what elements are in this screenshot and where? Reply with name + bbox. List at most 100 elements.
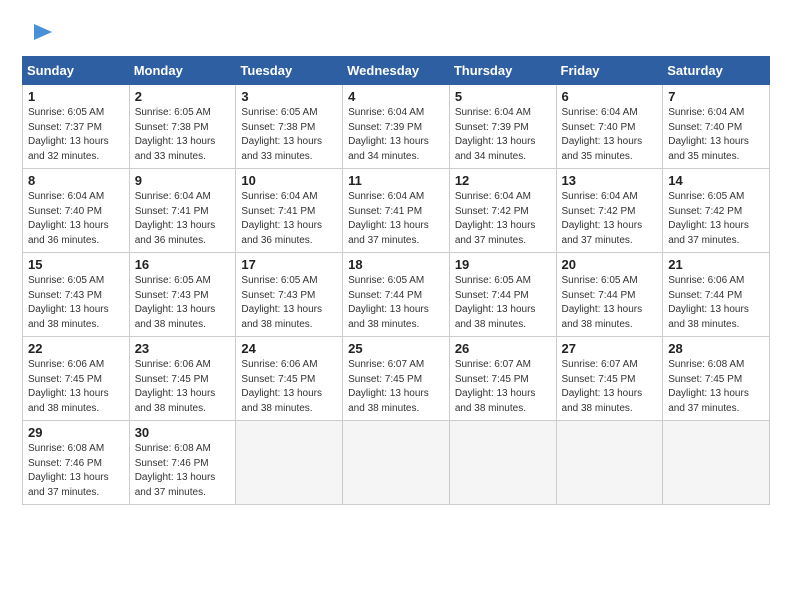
sunset-label: Sunset: 7:44 PM (348, 290, 422, 301)
sunrise-label: Sunrise: 6:08 AM (28, 443, 104, 454)
day-number: 22 (28, 341, 124, 356)
day-number: 23 (135, 341, 231, 356)
sunset-label: Sunset: 7:45 PM (668, 374, 742, 385)
calendar-cell (236, 421, 343, 505)
sunset-label: Sunset: 7:43 PM (28, 290, 102, 301)
sunset-label: Sunset: 7:42 PM (562, 206, 636, 217)
daylight-label: Daylight: 13 hours and 38 minutes. (135, 304, 216, 330)
day-info: Sunrise: 6:04 AM Sunset: 7:41 PM Dayligh… (348, 190, 444, 248)
day-info: Sunrise: 6:04 AM Sunset: 7:40 PM Dayligh… (28, 190, 124, 248)
calendar-cell: 23 Sunrise: 6:06 AM Sunset: 7:45 PM Dayl… (129, 337, 236, 421)
calendar-cell: 27 Sunrise: 6:07 AM Sunset: 7:45 PM Dayl… (556, 337, 663, 421)
day-info: Sunrise: 6:06 AM Sunset: 7:44 PM Dayligh… (668, 274, 764, 332)
calendar-cell: 21 Sunrise: 6:06 AM Sunset: 7:44 PM Dayl… (663, 253, 770, 337)
day-info: Sunrise: 6:07 AM Sunset: 7:45 PM Dayligh… (348, 358, 444, 416)
calendar-cell: 15 Sunrise: 6:05 AM Sunset: 7:43 PM Dayl… (23, 253, 130, 337)
day-number: 14 (668, 173, 764, 188)
day-info: Sunrise: 6:08 AM Sunset: 7:45 PM Dayligh… (668, 358, 764, 416)
sunrise-label: Sunrise: 6:04 AM (348, 107, 424, 118)
sunset-label: Sunset: 7:39 PM (455, 122, 529, 133)
col-header-thursday: Thursday (449, 57, 556, 85)
daylight-label: Daylight: 13 hours and 38 minutes. (241, 304, 322, 330)
day-info: Sunrise: 6:07 AM Sunset: 7:45 PM Dayligh… (455, 358, 551, 416)
day-info: Sunrise: 6:05 AM Sunset: 7:38 PM Dayligh… (135, 106, 231, 164)
sunset-label: Sunset: 7:45 PM (562, 374, 636, 385)
day-info: Sunrise: 6:04 AM Sunset: 7:40 PM Dayligh… (562, 106, 658, 164)
day-info: Sunrise: 6:05 AM Sunset: 7:44 PM Dayligh… (348, 274, 444, 332)
sunrise-label: Sunrise: 6:04 AM (668, 107, 744, 118)
daylight-label: Daylight: 13 hours and 36 minutes. (135, 220, 216, 246)
col-header-friday: Friday (556, 57, 663, 85)
day-number: 21 (668, 257, 764, 272)
daylight-label: Daylight: 13 hours and 37 minutes. (135, 472, 216, 498)
day-info: Sunrise: 6:04 AM Sunset: 7:40 PM Dayligh… (668, 106, 764, 164)
calendar-cell: 2 Sunrise: 6:05 AM Sunset: 7:38 PM Dayli… (129, 85, 236, 169)
calendar-cell: 1 Sunrise: 6:05 AM Sunset: 7:37 PM Dayli… (23, 85, 130, 169)
calendar-cell: 6 Sunrise: 6:04 AM Sunset: 7:40 PM Dayli… (556, 85, 663, 169)
logo (22, 18, 54, 46)
sunset-label: Sunset: 7:38 PM (241, 122, 315, 133)
day-number: 10 (241, 173, 337, 188)
sunrise-label: Sunrise: 6:05 AM (668, 191, 744, 202)
calendar-week-5: 29 Sunrise: 6:08 AM Sunset: 7:46 PM Dayl… (23, 421, 770, 505)
sunrise-label: Sunrise: 6:06 AM (135, 359, 211, 370)
sunrise-label: Sunrise: 6:04 AM (455, 107, 531, 118)
sunrise-label: Sunrise: 6:07 AM (455, 359, 531, 370)
calendar-table: SundayMondayTuesdayWednesdayThursdayFrid… (22, 56, 770, 505)
calendar-cell (449, 421, 556, 505)
day-info: Sunrise: 6:06 AM Sunset: 7:45 PM Dayligh… (135, 358, 231, 416)
daylight-label: Daylight: 13 hours and 38 minutes. (28, 388, 109, 414)
daylight-label: Daylight: 13 hours and 35 minutes. (562, 136, 643, 162)
calendar-cell: 5 Sunrise: 6:04 AM Sunset: 7:39 PM Dayli… (449, 85, 556, 169)
day-info: Sunrise: 6:08 AM Sunset: 7:46 PM Dayligh… (28, 442, 124, 500)
sunrise-label: Sunrise: 6:04 AM (135, 191, 211, 202)
daylight-label: Daylight: 13 hours and 37 minutes. (455, 220, 536, 246)
day-info: Sunrise: 6:05 AM Sunset: 7:42 PM Dayligh… (668, 190, 764, 248)
calendar-cell: 7 Sunrise: 6:04 AM Sunset: 7:40 PM Dayli… (663, 85, 770, 169)
daylight-label: Daylight: 13 hours and 38 minutes. (562, 388, 643, 414)
daylight-label: Daylight: 13 hours and 38 minutes. (135, 388, 216, 414)
daylight-label: Daylight: 13 hours and 37 minutes. (28, 472, 109, 498)
calendar-cell: 4 Sunrise: 6:04 AM Sunset: 7:39 PM Dayli… (343, 85, 450, 169)
daylight-label: Daylight: 13 hours and 36 minutes. (28, 220, 109, 246)
sunset-label: Sunset: 7:40 PM (28, 206, 102, 217)
calendar-cell: 14 Sunrise: 6:05 AM Sunset: 7:42 PM Dayl… (663, 169, 770, 253)
col-header-wednesday: Wednesday (343, 57, 450, 85)
col-header-saturday: Saturday (663, 57, 770, 85)
sunrise-label: Sunrise: 6:04 AM (241, 191, 317, 202)
daylight-label: Daylight: 13 hours and 38 minutes. (562, 304, 643, 330)
sunset-label: Sunset: 7:45 PM (28, 374, 102, 385)
calendar-cell: 10 Sunrise: 6:04 AM Sunset: 7:41 PM Dayl… (236, 169, 343, 253)
calendar-week-1: 1 Sunrise: 6:05 AM Sunset: 7:37 PM Dayli… (23, 85, 770, 169)
calendar-cell: 28 Sunrise: 6:08 AM Sunset: 7:45 PM Dayl… (663, 337, 770, 421)
sunrise-label: Sunrise: 6:06 AM (241, 359, 317, 370)
day-number: 29 (28, 425, 124, 440)
sunset-label: Sunset: 7:41 PM (241, 206, 315, 217)
daylight-label: Daylight: 13 hours and 38 minutes. (668, 304, 749, 330)
day-number: 11 (348, 173, 444, 188)
sunset-label: Sunset: 7:37 PM (28, 122, 102, 133)
sunset-label: Sunset: 7:43 PM (241, 290, 315, 301)
calendar-week-2: 8 Sunrise: 6:04 AM Sunset: 7:40 PM Dayli… (23, 169, 770, 253)
daylight-label: Daylight: 13 hours and 34 minutes. (348, 136, 429, 162)
header (22, 18, 770, 46)
sunrise-label: Sunrise: 6:05 AM (241, 107, 317, 118)
daylight-label: Daylight: 13 hours and 37 minutes. (668, 220, 749, 246)
daylight-label: Daylight: 13 hours and 38 minutes. (28, 304, 109, 330)
sunset-label: Sunset: 7:39 PM (348, 122, 422, 133)
day-info: Sunrise: 6:08 AM Sunset: 7:46 PM Dayligh… (135, 442, 231, 500)
sunrise-label: Sunrise: 6:05 AM (28, 275, 104, 286)
day-number: 6 (562, 89, 658, 104)
calendar-cell (556, 421, 663, 505)
day-info: Sunrise: 6:04 AM Sunset: 7:39 PM Dayligh… (455, 106, 551, 164)
sunset-label: Sunset: 7:41 PM (348, 206, 422, 217)
calendar-cell (663, 421, 770, 505)
day-number: 7 (668, 89, 764, 104)
calendar-cell: 29 Sunrise: 6:08 AM Sunset: 7:46 PM Dayl… (23, 421, 130, 505)
calendar-cell: 20 Sunrise: 6:05 AM Sunset: 7:44 PM Dayl… (556, 253, 663, 337)
day-number: 25 (348, 341, 444, 356)
calendar-cell: 9 Sunrise: 6:04 AM Sunset: 7:41 PM Dayli… (129, 169, 236, 253)
sunrise-label: Sunrise: 6:05 AM (562, 275, 638, 286)
sunset-label: Sunset: 7:46 PM (135, 458, 209, 469)
day-number: 18 (348, 257, 444, 272)
